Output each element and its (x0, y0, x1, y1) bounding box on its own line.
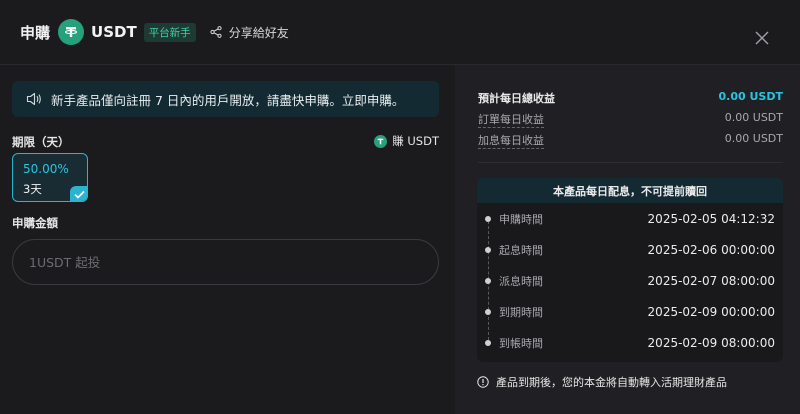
total-earnings-label: 預計每日總收益 (478, 92, 555, 105)
timeline-time: 2025-02-09 00:00:00 (647, 305, 775, 319)
order-earnings-label[interactable]: 訂單每日收益 (478, 111, 544, 128)
timeline-label: 到期時間 (499, 306, 543, 319)
timeline-dot (485, 216, 491, 222)
bonus-daily-earnings-row: 加息每日收益 0.00 USDT (478, 132, 783, 149)
speaker-icon (26, 92, 41, 106)
option-days: 3天 (23, 182, 42, 196)
total-earnings-value: 0.00 USDT (718, 90, 783, 103)
timeline-row: 申購時間 2025-02-05 04:12:32 (485, 211, 775, 227)
timeline-dot (485, 247, 491, 253)
newbie-notice-banner[interactable]: 新手產品僅向註冊 7 日內的用戶開放，請盡快申購。立即申購。 (12, 81, 439, 117)
order-earnings-value: 0.00 USDT (724, 111, 783, 124)
subscribe-form: 新手產品僅向註冊 7 日內的用戶開放，請盡快申購。立即申購。 期限（天） 賺 U… (0, 65, 453, 414)
period-label: 期限（天） (12, 135, 70, 149)
timeline-label: 申購時間 (499, 213, 543, 226)
timeline-time: 2025-02-09 08:00:00 (647, 336, 775, 350)
timeline-label: 起息時間 (499, 244, 543, 257)
period-option-3-days[interactable]: 50.00% 3天 (12, 153, 88, 202)
timeline-time: 2025-02-07 08:00:00 (647, 274, 775, 288)
page-title: 申購 (20, 23, 51, 42)
notice-text: 新手產品僅向註冊 7 日內的用戶開放，請盡快申購。立即申購。 (51, 92, 405, 108)
timeline-row: 起息時間 2025-02-06 00:00:00 (485, 242, 775, 258)
earn-label: 賺 USDT (392, 134, 439, 148)
amount-input[interactable] (12, 239, 439, 285)
tether-icon (58, 19, 85, 45)
timeline-label: 派息時間 (499, 275, 543, 288)
timeline-dot (485, 309, 491, 315)
timeline-label: 到帳時間 (499, 337, 543, 350)
close-icon[interactable] (754, 30, 770, 46)
timeline-row: 到期時間 2025-02-09 00:00:00 (485, 304, 775, 320)
coin-name: USDT (91, 23, 137, 41)
order-daily-earnings-row: 訂單每日收益 0.00 USDT (478, 111, 783, 128)
summary-divider (478, 162, 783, 163)
timeline-row: 派息時間 2025-02-07 08:00:00 (485, 273, 775, 289)
timeline-dot (485, 340, 491, 346)
earn-currency: 賺 USDT (374, 133, 439, 149)
info-icon (477, 376, 489, 388)
share-label: 分享給好友 (228, 25, 289, 40)
check-icon (70, 186, 87, 201)
total-daily-earnings-row: 預計每日總收益 0.00 USDT (478, 90, 783, 106)
bonus-earnings-value: 0.00 USDT (724, 132, 783, 145)
timeline-row: 到帳時間 2025-02-09 08:00:00 (485, 335, 775, 351)
newbie-badge: 平台新手 (143, 22, 196, 42)
timeline-time: 2025-02-06 00:00:00 (647, 243, 775, 257)
tether-icon (374, 134, 388, 148)
maturity-footnote: 產品到期後，您的本金將自動轉入活期理財產品 (477, 374, 727, 390)
timeline-heading: 本產品每日配息，不可提前贖回 (477, 178, 783, 203)
bonus-earnings-label[interactable]: 加息每日收益 (478, 132, 544, 149)
summary-panel: 預計每日總收益 0.00 USDT 訂單每日收益 0.00 USDT 加息每日收… (455, 65, 800, 414)
amount-label: 申購金額 (12, 216, 58, 230)
option-rate: 50.00% (23, 162, 69, 176)
footnote-text: 產品到期後，您的本金將自動轉入活期理財產品 (496, 376, 727, 389)
timeline-dot (485, 278, 491, 284)
share-icon (210, 26, 222, 38)
share-button[interactable]: 分享給好友 (210, 24, 289, 41)
timeline-time: 2025-02-05 04:12:32 (647, 212, 775, 226)
timeline-box: 本產品每日配息，不可提前贖回 申購時間 2025-02-05 04:12:32 … (477, 178, 783, 362)
modal-header: 申購 USDT 平台新手 分享給好友 (0, 0, 800, 64)
